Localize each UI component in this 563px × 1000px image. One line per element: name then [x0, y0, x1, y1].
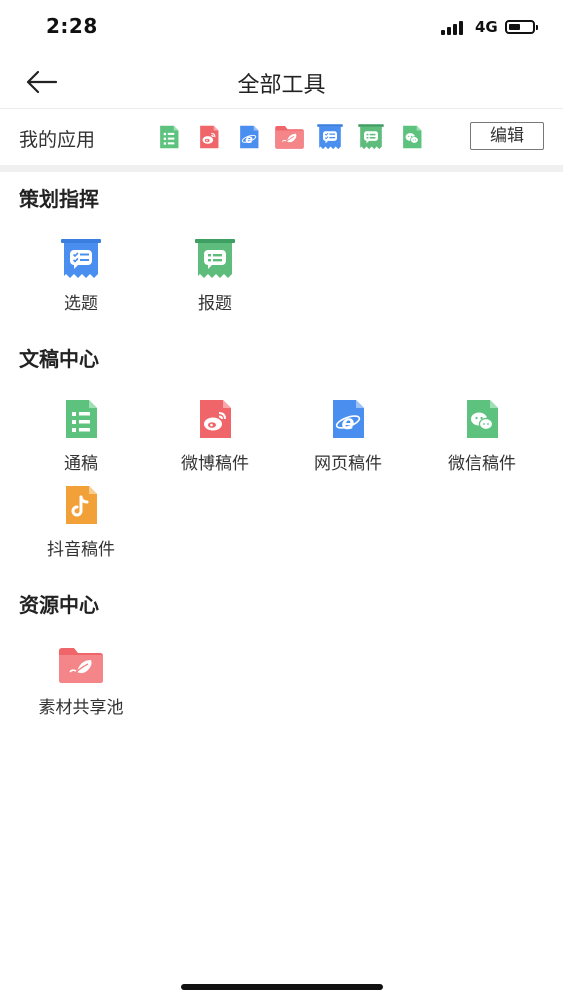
wechat-doc-icon[interactable] [399, 124, 425, 150]
topic-select-icon[interactable] [316, 123, 344, 151]
section-title-manuscripts: 文稿中心 [19, 347, 99, 371]
section-divider [0, 165, 563, 172]
tool-label: 报题 [198, 294, 232, 314]
status-time: 2:28 [46, 14, 98, 38]
tool-label: 抖音稿件 [47, 540, 115, 560]
weibo-doc-icon [193, 397, 237, 441]
tool-label: 选题 [64, 294, 98, 314]
tool-topic-report[interactable]: 报题 [148, 237, 282, 314]
signal-icon [441, 21, 467, 35]
tool-label: 素材共享池 [38, 698, 124, 718]
tool-wechat-manuscript[interactable]: 微信稿件 [415, 397, 549, 474]
tool-general-manuscript[interactable]: 通稿 [14, 397, 148, 474]
list-doc-icon [59, 397, 103, 441]
status-bar: 2:28 4G [0, 0, 563, 56]
folder-icon [56, 645, 106, 685]
nav-bar: 全部工具 [0, 56, 563, 109]
my-apps-bar: 我的应用 编辑 [0, 109, 563, 165]
network-type: 4G [475, 18, 498, 36]
home-indicator[interactable] [181, 984, 383, 990]
tool-material-pool[interactable]: 素材共享池 [14, 645, 148, 718]
my-apps-label: 我的应用 [19, 129, 96, 151]
tool-douyin-manuscript[interactable]: 抖音稿件 [14, 483, 148, 560]
tool-label: 微博稿件 [181, 454, 249, 474]
tool-weibo-manuscript[interactable]: 微博稿件 [148, 397, 282, 474]
tool-web-manuscript[interactable]: 网页稿件 [281, 397, 415, 474]
web-doc-icon[interactable] [236, 124, 262, 150]
tool-label: 微信稿件 [448, 454, 516, 474]
battery-icon [505, 20, 538, 34]
wechat-doc-icon [460, 397, 504, 441]
topic-select-icon [59, 237, 103, 281]
list-doc-icon[interactable] [156, 124, 182, 150]
page-title: 全部工具 [237, 73, 326, 98]
tool-label: 网页稿件 [314, 454, 382, 474]
section-title-resources: 资源中心 [19, 593, 99, 617]
section-title-planning: 策划指挥 [19, 187, 99, 211]
weibo-doc-icon[interactable] [196, 124, 222, 150]
edit-button[interactable]: 编辑 [470, 122, 544, 150]
topic-report-icon [193, 237, 237, 281]
douyin-doc-icon [59, 483, 103, 527]
folder-icon[interactable] [273, 124, 306, 150]
topic-report-icon[interactable] [357, 123, 385, 151]
tool-topic-select[interactable]: 选题 [14, 237, 148, 314]
tool-label: 通稿 [64, 454, 98, 474]
web-doc-icon [326, 397, 370, 441]
